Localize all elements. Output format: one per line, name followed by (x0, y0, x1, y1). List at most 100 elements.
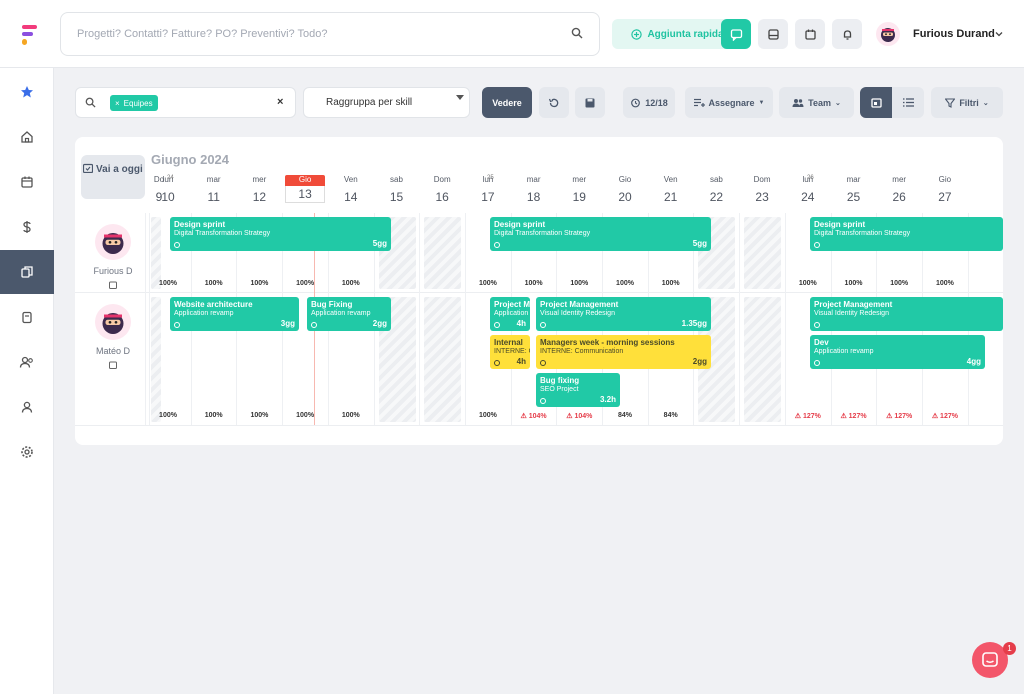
day-divider (784, 213, 786, 425)
calendar-button[interactable] (795, 19, 825, 49)
capacity-percent: 100% (250, 412, 269, 419)
calendar-icon[interactable] (109, 281, 117, 289)
day-name: Ven (343, 175, 358, 184)
task-card[interactable]: Managers week - morning sessions INTERNE:… (536, 335, 711, 369)
day-header[interactable]: Ven 14 (331, 175, 371, 204)
weekend-block (424, 297, 462, 422)
ninja-avatar-icon (102, 233, 124, 254)
member-name: Furious D (93, 266, 133, 276)
task-card[interactable]: Project Management Visual Identity Redesi… (536, 297, 711, 331)
sidebar-item-projects[interactable] (0, 295, 54, 339)
group-by-select[interactable]: Raggruppa per skill (303, 87, 470, 118)
day-header[interactable]: mer 19 (559, 175, 599, 204)
sidebar-item-contacts[interactable] (0, 340, 54, 384)
global-search-input[interactable]: Progetti? Contatti? Fatture? PO? Prevent… (60, 12, 600, 56)
day-header[interactable]: mar 25 (834, 175, 874, 204)
task-card[interactable]: Project ManagementApplication revamp 4h (490, 297, 530, 331)
sidebar-item-settings[interactable] (0, 430, 54, 474)
day-header[interactable]: Gio 20 (605, 175, 645, 204)
assign-button[interactable]: Assegnare ▼ (685, 87, 773, 118)
task-card[interactable]: Bug Fixing Application revamp 2gg (307, 297, 391, 331)
filters-button[interactable]: Filtri ⌄ (931, 87, 1003, 118)
task-title: Design sprint (494, 220, 546, 229)
list-view-toggle[interactable] (892, 87, 924, 118)
sidebar-item-favorites[interactable] (0, 70, 54, 114)
task-card[interactable]: Design sprint Digital Transformation Stra… (170, 217, 391, 251)
task-card[interactable]: Design sprint Digital Transformation Stra… (810, 217, 1003, 251)
calendar-view-toggle[interactable] (860, 87, 892, 118)
task-card[interactable]: Dev Application revamp 4gg (810, 335, 985, 369)
task-card[interactable]: Design sprint Digital Transformation Stra… (490, 217, 711, 251)
task-card[interactable]: Website architecture Application revamp 3g… (170, 297, 299, 331)
day-header[interactable]: Gio 13 (285, 175, 326, 203)
day-header[interactable]: mar 11 (194, 175, 234, 204)
sidebar-item-planning[interactable] (0, 250, 54, 294)
messages-button[interactable] (721, 19, 751, 49)
task-title: Project Management (494, 300, 530, 309)
capacity-percent: 100% (341, 280, 360, 287)
user-name[interactable]: Furious Durand (913, 28, 995, 40)
capacity-percent: 100% (844, 280, 863, 287)
day-header[interactable]: mar 18 (514, 175, 554, 204)
task-title: Project Management (814, 300, 893, 309)
view-label: Vedere (492, 97, 522, 108)
team-filter-input[interactable] (75, 87, 296, 118)
chevron-down-icon[interactable] (995, 30, 1003, 38)
day-header[interactable]: sab 15 (377, 175, 417, 204)
day-number: 26 (892, 190, 906, 204)
day-name: mer (892, 175, 907, 184)
sidebar-item-finance[interactable] (0, 205, 54, 249)
sidebar-item-profile[interactable] (0, 385, 54, 429)
day-divider (419, 213, 421, 425)
capacity-percent: 100% (159, 412, 177, 419)
member-mateo[interactable]: Matéo D (77, 304, 149, 374)
sidebar-item-home[interactable] (0, 115, 54, 159)
day-number: 18 (526, 190, 541, 204)
copy-icon (21, 266, 33, 278)
day-header[interactable]: mer 26 (879, 175, 919, 204)
search-icon (85, 97, 96, 108)
clock-icon (814, 322, 820, 328)
reset-button[interactable] (539, 87, 569, 118)
day-header[interactable]: Ven 21 (651, 175, 691, 204)
day-name: sab (390, 175, 403, 184)
capacity-percent: 100% (478, 412, 497, 419)
day-name: Gio (938, 175, 952, 184)
alarm-clock-icon (631, 98, 641, 108)
capacity-percent: 100% (661, 280, 680, 287)
dollar-icon (23, 221, 31, 233)
go-to-today-label: Vai a oggi (96, 164, 143, 175)
save-button[interactable] (575, 87, 605, 118)
day-header[interactable]: mer 12 (239, 175, 279, 204)
capacity-counter-button[interactable]: 12/18 (623, 87, 675, 118)
task-duration: 4h (516, 357, 526, 366)
member-furious[interactable]: Furious D (77, 224, 149, 294)
day-header[interactable]: Gio 27 (925, 175, 965, 204)
day-name: mer (572, 175, 587, 184)
inbox-button[interactable] (758, 19, 788, 49)
chip-close-icon[interactable]: × (115, 99, 120, 108)
task-card[interactable]: InternalINTERNE: Communication 4h (490, 335, 530, 369)
task-project: Digital Transformation Strategy (814, 230, 911, 237)
clear-filter-icon[interactable]: × (277, 96, 283, 108)
app-logo-icon[interactable] (20, 24, 40, 46)
day-number: 15 (389, 190, 404, 204)
notifications-button[interactable] (832, 19, 862, 49)
user-avatar[interactable] (876, 22, 900, 46)
go-to-today-button[interactable]: Vai a oggi (81, 155, 145, 199)
day-header[interactable]: Dom 16 (422, 175, 462, 204)
day-header[interactable]: Dom 23 (742, 175, 782, 204)
team-button[interactable]: Team ⌄ (779, 87, 854, 118)
task-project: Application revamp (311, 310, 371, 317)
task-card[interactable]: Bug fixing SEO Project 3.2h (536, 373, 620, 407)
task-project: Digital Transformation Strategy (174, 230, 271, 237)
day-header[interactable]: sab 22 (696, 175, 736, 204)
history-icon (548, 98, 559, 107)
task-duration: 3gg (280, 319, 295, 328)
caret-down-icon: ▼ (758, 99, 765, 106)
view-button[interactable]: Vedere (482, 87, 532, 118)
filter-chip-equipes[interactable]: × Equipes (110, 95, 158, 111)
sidebar-item-calendar[interactable] (0, 160, 54, 204)
calendar-icon[interactable] (109, 361, 117, 369)
task-card[interactable]: Project Management Visual Identity Redesi… (810, 297, 1003, 331)
